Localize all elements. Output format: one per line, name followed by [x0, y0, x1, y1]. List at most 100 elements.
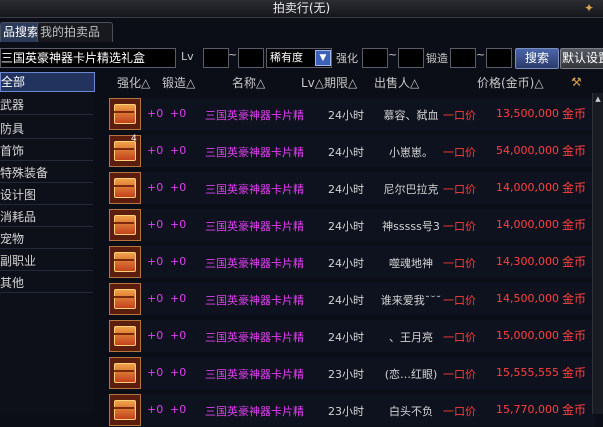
sword-icon: ✦: [583, 1, 595, 15]
table-row[interactable]: 4 +0 +0 三国英豪神器卡片精 24小时 小崽崽。 一口价 54,000,000 金币: [109, 134, 595, 168]
item-name[interactable]: 三国英豪神器卡片精: [205, 329, 320, 345]
item-name[interactable]: 三国英豪神器卡片精: [205, 144, 320, 160]
category-sidebar: 全部 武器 防具 首饰 特殊装备 设计图 消耗品 宠物 副职业 其他: [0, 72, 95, 414]
sidebar-item-other[interactable]: 其他: [0, 274, 93, 293]
search-input[interactable]: 三国英豪神器卡片精选礼盒: [0, 48, 176, 68]
chest-band: [114, 148, 134, 150]
rarity-select-label: 稀有度: [270, 51, 303, 64]
item-name[interactable]: 三国英豪神器卡片精: [205, 366, 320, 382]
lv-max-input[interactable]: [238, 48, 264, 68]
item-name[interactable]: 三国英豪神器卡片精: [205, 107, 320, 123]
item-name[interactable]: 三国英豪神器卡片精: [205, 218, 320, 234]
tab-item-search[interactable]: 品搜索: [0, 22, 40, 42]
treasure-chest-icon: [114, 215, 136, 235]
price-value: 54,000,000: [496, 144, 559, 157]
table-row[interactable]: +0 +0 三国英豪神器卡片精 24小时 、王月亮 一口价 15,000,000 金币: [109, 319, 595, 353]
enhance-value: +0: [147, 292, 164, 305]
treasure-chest-icon: [114, 400, 136, 420]
enhance-max-input[interactable]: [398, 48, 424, 68]
chest-band: [114, 259, 134, 261]
price-value: 14,300,000: [496, 255, 559, 268]
table-row[interactable]: +0 +0 三国英豪神器卡片精 24小时 尼尔巴拉克 一口价 14,000,000 金币: [109, 171, 595, 205]
lv-min-input[interactable]: [203, 48, 229, 68]
column-forge[interactable]: 锻造△: [162, 75, 195, 91]
chest-band: [114, 222, 134, 224]
period-value: 24小时: [328, 331, 364, 344]
tab-label: 我的拍卖品: [40, 25, 101, 39]
table-row[interactable]: +0 +0 三国英豪神器卡片精 24小时 谁来爱我˘˘˘ 一口价 14,500,000 金币: [109, 282, 595, 316]
sidebar-item-label: 全部: [1, 75, 26, 89]
seller-name: (恋…红眼): [384, 368, 438, 381]
forge-value: +0: [170, 255, 187, 268]
chest-band: [114, 333, 134, 335]
forge-value: +0: [170, 218, 187, 231]
sidebar-item-all[interactable]: 全部: [0, 72, 95, 92]
forge-max-input[interactable]: [486, 48, 512, 68]
column-name[interactable]: 名称△: [232, 75, 265, 91]
treasure-chest-icon: [114, 289, 136, 309]
search-button[interactable]: 搜索: [515, 48, 559, 69]
price-value: 14,000,000: [496, 218, 559, 231]
hammer-icon: ⚒: [571, 75, 582, 89]
table-row[interactable]: +0 +0 三国英豪神器卡片精 24小时 噬魂地神 一口价 14,300,000 金币: [109, 245, 595, 279]
sidebar-item-weapons[interactable]: 武器: [0, 96, 93, 115]
reset-defaults-button[interactable]: 默认设置: [560, 48, 603, 69]
sidebar-item-blueprints[interactable]: 设计图: [0, 186, 93, 205]
seller-name: 白头不负: [389, 405, 433, 418]
sidebar-item-label: 消耗品: [0, 210, 37, 224]
table-row[interactable]: +0 +0 三国英豪神器卡片精 24小时 神sssss号3 一口价 14,000,000 金币: [109, 208, 595, 242]
chest-band: [114, 407, 134, 409]
forge-value: +0: [170, 329, 187, 342]
scroll-up-icon[interactable]: ▲: [593, 95, 603, 104]
item-slot[interactable]: [109, 98, 141, 130]
sidebar-item-consumables[interactable]: 消耗品: [0, 208, 93, 227]
rarity-select[interactable]: 稀有度 ▼: [266, 48, 332, 68]
item-slot[interactable]: [109, 357, 141, 389]
buyout-label: 一口价: [443, 368, 476, 381]
enhance-min-input[interactable]: [362, 48, 388, 68]
item-slot[interactable]: [109, 320, 141, 352]
item-slot[interactable]: 4: [109, 134, 141, 167]
currency-label: 金币: [562, 181, 587, 195]
seller-name: 神sssss号3: [382, 220, 440, 233]
table-row[interactable]: +0 +0 三国英豪神器卡片精 23小时 (恋…红眼) 一口价 15,555,555 金币: [109, 356, 595, 390]
sidebar-item-special-equipment[interactable]: 特殊装备: [0, 164, 93, 183]
chevron-down-icon[interactable]: ▼: [315, 50, 331, 66]
item-slot[interactable]: [109, 394, 141, 426]
item-name[interactable]: 三国英豪神器卡片精: [205, 181, 320, 197]
seller-name: 谁来爱我˘˘˘: [380, 294, 442, 307]
lv-separator: ~: [228, 48, 238, 61]
scrollbar[interactable]: ▲: [592, 93, 603, 414]
sidebar-item-label: 设计图: [0, 188, 37, 202]
sidebar-item-accessories[interactable]: 首饰: [0, 142, 93, 161]
item-slot[interactable]: [109, 283, 141, 315]
item-name[interactable]: 三国英豪神器卡片精: [205, 255, 320, 271]
item-slot[interactable]: [109, 246, 141, 278]
table-row[interactable]: +0 +0 三国英豪神器卡片精 24小时 慕容、弑血 一口价 13,500,000 金币: [109, 97, 595, 131]
item-name[interactable]: 三国英豪神器卡片精: [205, 292, 320, 308]
tab-my-auctions[interactable]: 我的拍卖品: [37, 22, 113, 42]
treasure-chest-icon: [114, 178, 136, 198]
forge-min-input[interactable]: [450, 48, 476, 68]
column-lv-period[interactable]: Lv△期限△: [301, 75, 357, 91]
column-seller[interactable]: 出售人△: [374, 75, 419, 91]
column-enhance[interactable]: 强化△: [117, 75, 150, 91]
sidebar-item-label: 首饰: [0, 144, 25, 158]
item-slot[interactable]: [109, 172, 141, 204]
sidebar-item-pets[interactable]: 宠物: [0, 230, 93, 249]
period-value: 24小时: [328, 183, 364, 196]
item-name[interactable]: 三国英豪神器卡片精: [205, 403, 320, 419]
sidebar-item-subclass[interactable]: 副职业: [0, 252, 93, 271]
enhance-value: +0: [147, 255, 164, 268]
period-value: 24小时: [328, 257, 364, 270]
sidebar-item-label: 宠物: [0, 232, 25, 246]
sidebar-item-armor[interactable]: 防具: [0, 120, 93, 139]
forge-value: +0: [170, 292, 187, 305]
item-slot[interactable]: [109, 209, 141, 241]
buyout-label: 一口价: [443, 183, 476, 196]
table-row[interactable]: +0 +0 三国英豪神器卡片精 23小时 白头不负 一口价 15,770,000 金币: [109, 393, 595, 427]
forge-value: +0: [170, 366, 187, 379]
column-price[interactable]: 价格(金币)△: [477, 75, 544, 91]
lv-label: Lv: [181, 50, 194, 63]
buyout-label: 一口价: [443, 220, 476, 233]
